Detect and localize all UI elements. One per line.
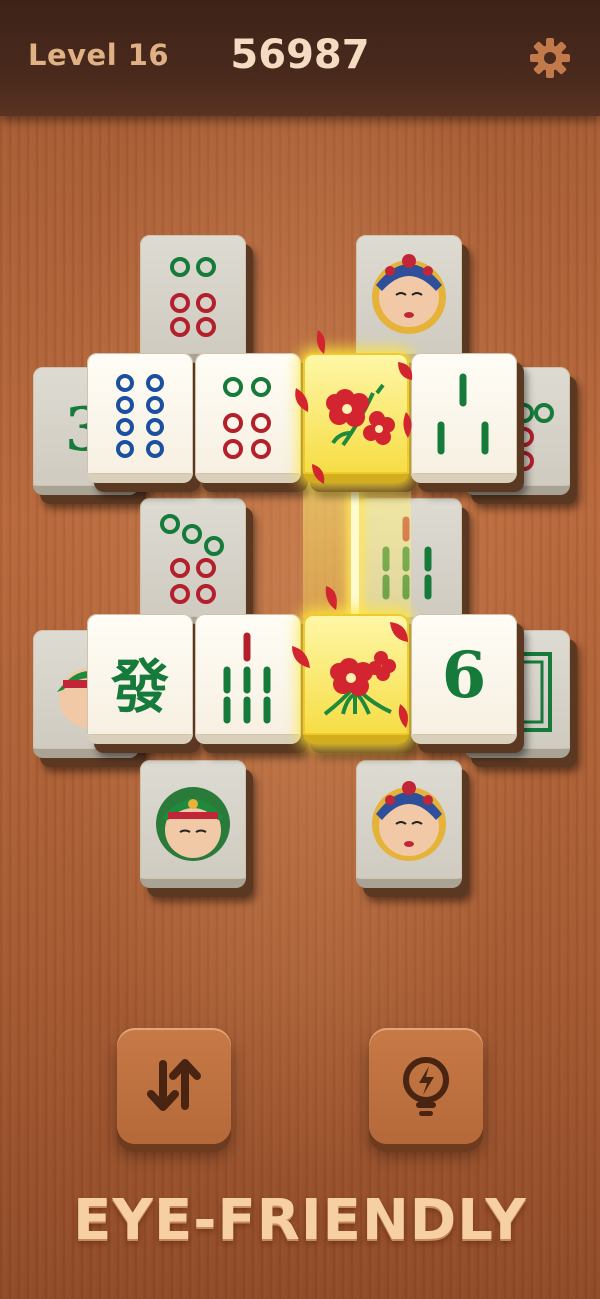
- top-bar: Level 16 56987: [0, 0, 600, 116]
- tile-circles-6-top-left[interactable]: [140, 235, 253, 372]
- tile-dragon-green[interactable]: 發: [87, 614, 200, 753]
- hint-button[interactable]: [369, 1028, 483, 1144]
- tile-bamboo-3[interactable]: [411, 353, 524, 492]
- tile-face-opera-blue-bottom[interactable]: [356, 760, 469, 897]
- shuffle-button[interactable]: [117, 1028, 231, 1144]
- tile-circles-8[interactable]: [87, 353, 200, 492]
- tile-face-opera-top-right[interactable]: [356, 235, 469, 372]
- tile-face-opera-green-bottom[interactable]: [140, 760, 253, 897]
- tile-bamboo-7[interactable]: [195, 614, 308, 753]
- tile-flower-orchid-selected[interactable]: [303, 614, 416, 753]
- gear-icon[interactable]: [528, 36, 572, 80]
- tile-fa-glyph: 發: [110, 653, 169, 721]
- score-display: 56987: [230, 32, 370, 78]
- tile-number-6[interactable]: 6: [411, 614, 524, 753]
- match-link-line: [351, 484, 359, 614]
- tile-six-glyph: 6: [441, 638, 487, 713]
- tile-circles-7-middle[interactable]: [140, 498, 253, 635]
- lightbulb-icon: [403, 1057, 449, 1116]
- shuffle-icon: [147, 1059, 201, 1111]
- tile-circles-6[interactable]: [195, 353, 308, 492]
- game-screen: Level 16 56987 3 發 6 EYE-FRIENDLY: [0, 0, 600, 1299]
- tile-flower-plum-selected[interactable]: [303, 353, 416, 492]
- promo-banner-text: EYE-FRIENDLY: [73, 1188, 527, 1253]
